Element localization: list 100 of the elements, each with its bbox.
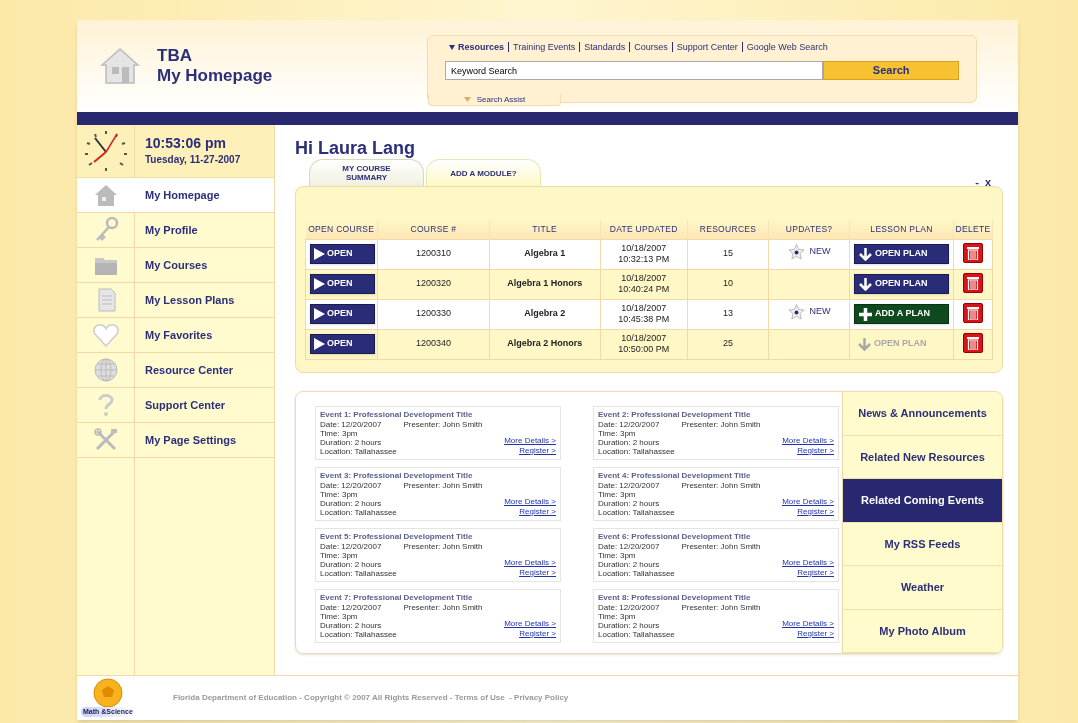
table-cell: Algebra 2 Honors (507, 338, 583, 349)
event-title: Event 8: Professional Development Title (598, 592, 752, 603)
house-icon (99, 45, 141, 87)
event-date: Date: 12/20/2007 (320, 603, 382, 612)
register-link[interactable]: Register > (797, 446, 834, 456)
more-details-link[interactable]: More Details > (782, 619, 834, 629)
event-time: Time: 3pm (320, 551, 359, 560)
register-link[interactable]: Register > (797, 629, 834, 639)
delete-button[interactable] (963, 243, 983, 264)
event-location: Location: Tallahassee (598, 630, 675, 639)
soccer-ball-logo-icon (90, 677, 126, 708)
delete-button[interactable] (963, 303, 983, 324)
tab[interactable]: ADD A MODULE? (426, 159, 541, 186)
trash-icon (967, 276, 979, 291)
nav-item[interactable]: My Page Settings (77, 423, 274, 458)
trash-icon (967, 336, 979, 351)
close-button[interactable]: x (984, 173, 991, 190)
open-plan-button[interactable]: OPEN PLAN (854, 274, 950, 294)
register-link[interactable]: Register > (797, 507, 834, 517)
event-presenter: Presenter: John Smith (681, 481, 761, 490)
more-details-link[interactable]: More Details > (504, 558, 556, 568)
search-link[interactable]: Training Events (508, 42, 580, 52)
nav-item[interactable]: My Lesson Plans (77, 283, 274, 318)
side-tab[interactable]: News & Announcements (843, 392, 1002, 436)
search-field[interactable]: Keyword Search (445, 61, 824, 80)
clock-time: 10:53:06 pm (145, 135, 227, 152)
search-link[interactable]: Google Web Search (741, 42, 832, 52)
side-tab[interactable]: My Photo Album (843, 609, 1002, 653)
event-location: Location: Tallahassee (598, 447, 675, 456)
event-date: Date: 12/20/2007 (598, 542, 660, 551)
more-details-link[interactable]: More Details > (504, 619, 556, 629)
more-details-link[interactable]: More Details > (504, 497, 556, 507)
down-arrow-icon (859, 247, 873, 261)
event-date: Date: 12/20/2007 (598, 603, 660, 612)
register-link[interactable]: Register > (519, 629, 556, 639)
event-date: Date: 12/20/2007 (320, 481, 382, 490)
table-cell-text: 10:45:38 PM (617, 314, 671, 325)
event-title: Event 7: Professional Development Title (320, 592, 474, 603)
more-details-link[interactable]: More Details > (504, 436, 556, 446)
nav-item[interactable]: My Homepage (77, 178, 274, 213)
event-duration: Duration: 2 hours (598, 499, 661, 508)
event-title: Event 6: Professional Development Title (598, 531, 752, 542)
register-link[interactable]: Register > (519, 568, 556, 578)
nav-item[interactable]: My Favorites (77, 318, 274, 353)
delete-button[interactable] (963, 273, 983, 294)
more-details-link[interactable]: More Details > (782, 436, 834, 446)
search-link[interactable]: Support Center (671, 42, 742, 52)
table-cell-text: 10:40:24 PM (617, 284, 671, 295)
event-presenter: Presenter: John Smith (403, 542, 483, 551)
event-presenter: Presenter: John Smith (681, 542, 761, 551)
column-header: COURSE # (377, 220, 490, 239)
search-assist-tab[interactable]: Search Assist (428, 94, 561, 106)
search-button[interactable]: Search (823, 61, 959, 80)
table-cell: Algebra 1 (524, 248, 566, 259)
side-tab[interactable]: Related New Resources (843, 435, 1002, 479)
side-tab[interactable]: Related Coming Events (843, 479, 1002, 523)
search-link[interactable]: Resources (445, 42, 509, 52)
event-title: Event 1: Professional Development Title (320, 409, 474, 420)
table-cell-text: 10:50:00 PM (617, 344, 671, 355)
add-plan-button[interactable]: ADD A PLAN (854, 304, 950, 324)
search-link[interactable]: Courses (629, 42, 672, 52)
event-presenter: Presenter: John Smith (403, 603, 483, 612)
table-cell: 15 (723, 248, 733, 259)
side-tab[interactable]: My RSS Feeds (843, 522, 1002, 566)
delete-button[interactable] (963, 333, 983, 354)
side-tab[interactable]: Weather (843, 566, 1002, 610)
down-arrow-icon (858, 337, 872, 351)
column-header: LESSON PLAN (849, 220, 954, 239)
event-time: Time: 3pm (598, 551, 637, 560)
tab[interactable]: MY COURSE SUMMARY (309, 159, 424, 186)
register-link[interactable]: Register > (519, 507, 556, 517)
open-button[interactable]: OPEN (310, 274, 375, 294)
clock-date: Tuesday, 11-27-2007 (145, 153, 241, 167)
more-details-link[interactable]: More Details > (782, 558, 834, 568)
event-duration: Duration: 2 hours (320, 438, 383, 447)
register-link[interactable]: Register > (797, 568, 834, 578)
open-button[interactable]: OPEN (310, 304, 375, 324)
open-button[interactable]: OPEN (310, 244, 375, 264)
event-presenter: Presenter: John Smith (403, 481, 483, 490)
more-details-link[interactable]: More Details > (782, 497, 834, 507)
nav-item[interactable]: Resource Center (77, 353, 274, 388)
nav-item[interactable]: My Courses (77, 248, 274, 283)
event-title: Event 4: Professional Development Title (598, 470, 752, 481)
event-date: Date: 12/20/2007 (598, 420, 660, 429)
nav-item[interactable]: My Profile (77, 213, 274, 248)
open-plan-button[interactable]: OPEN PLAN (854, 244, 950, 264)
trash-icon (967, 306, 979, 321)
register-link[interactable]: Register > (519, 446, 556, 456)
event-time: Time: 3pm (320, 429, 359, 438)
event-title: Event 2: Professional Development Title (598, 409, 752, 420)
event-time: Time: 3pm (320, 612, 359, 621)
search-link[interactable]: Standards (579, 42, 630, 52)
nav-item[interactable]: Support Center (77, 388, 274, 423)
column-header: UPDATES? (768, 220, 850, 239)
event-duration: Duration: 2 hours (598, 438, 661, 447)
play-icon (314, 308, 325, 320)
open-button[interactable]: OPEN (310, 334, 375, 354)
table-cell: 1200310 (415, 248, 451, 259)
table-cell-text: 10/18/2007 (620, 333, 668, 344)
column-header: DATE UPDATED (600, 220, 688, 239)
